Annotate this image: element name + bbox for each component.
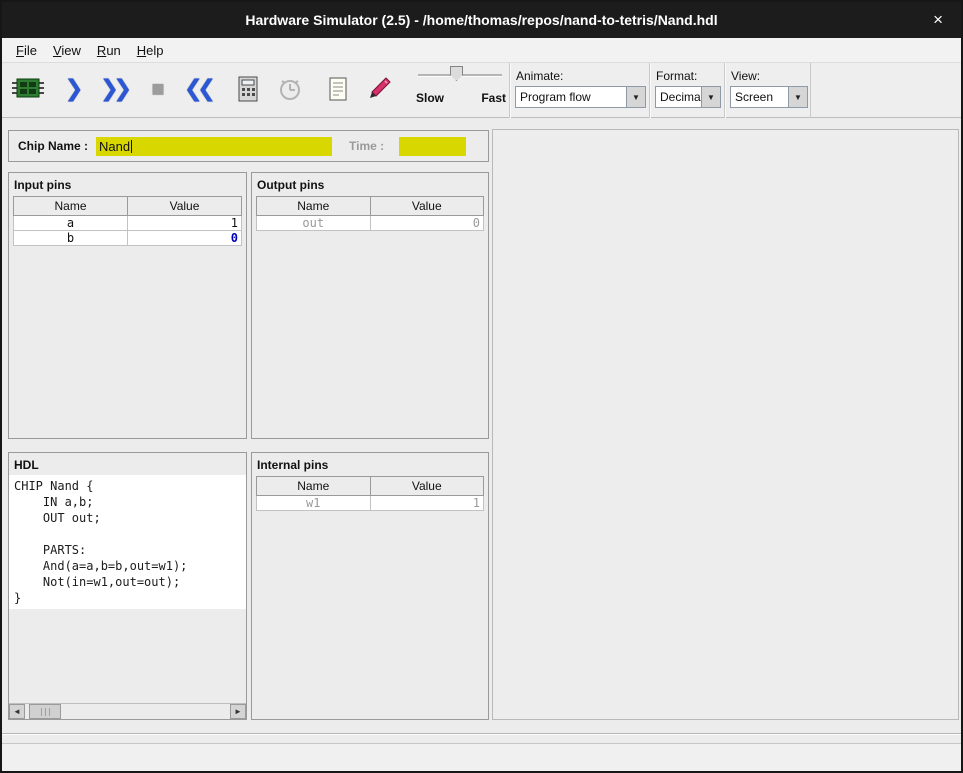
chevron-down-icon[interactable]: ▼	[701, 87, 720, 107]
animate-label: Animate:	[516, 69, 563, 83]
text-caret	[131, 140, 132, 153]
hardware-simulator-window: Hardware Simulator (2.5) - /home/thomas/…	[0, 0, 963, 773]
pin-name: out	[257, 216, 371, 231]
column-header-name: Name	[14, 197, 128, 216]
menu-file[interactable]: File	[8, 40, 45, 61]
menubar: File View Run Help	[2, 38, 961, 63]
chevron-down-icon[interactable]: ▼	[788, 87, 807, 107]
reset-button[interactable]: ❮❮	[180, 69, 220, 109]
view-selected-value: Screen	[731, 87, 788, 107]
format-select[interactable]: Decimal ▼	[655, 86, 721, 108]
time-label: Time :	[349, 139, 384, 153]
chip-name-input[interactable]: Nand	[96, 137, 332, 156]
toolbar: ❯ ❯❯ ■ ❮❮	[2, 63, 961, 118]
hdl-panel: HDL CHIP Nand { IN a,b; OUT out; PARTS: …	[8, 452, 247, 720]
menu-run-rest: un	[106, 43, 120, 58]
slider-slow-label: Slow	[416, 91, 444, 105]
load-chip-button[interactable]	[8, 69, 48, 109]
chip-name-label: Chip Name :	[18, 139, 88, 153]
bottom-divider	[2, 733, 961, 734]
chip-icon	[10, 75, 46, 103]
table-row: w1 1	[257, 496, 484, 511]
internal-pins-panel: Internal pins Name Value w1 1	[251, 452, 489, 720]
hdl-code-view: CHIP Nand { IN a,b; OUT out; PARTS: And(…	[9, 475, 246, 609]
chevron-down-icon[interactable]: ▼	[626, 87, 645, 107]
animate-select[interactable]: Program flow ▼	[515, 86, 646, 108]
scrollbar-track[interactable]	[61, 704, 230, 719]
reset-icon: ❮❮	[184, 78, 217, 101]
time-input[interactable]	[399, 137, 466, 156]
hdl-horizontal-scrollbar: ◄ ►	[9, 703, 246, 719]
output-pins-panel: Output pins Name Value out 0	[251, 172, 489, 439]
script-icon	[326, 75, 350, 103]
format-label: Format:	[656, 69, 697, 83]
breakpoints-button[interactable]	[360, 69, 400, 109]
run-button[interactable]: ❯❯	[96, 69, 136, 109]
menu-run[interactable]: Run	[89, 40, 129, 61]
table-row: out 0	[257, 216, 484, 231]
scroll-left-icon[interactable]: ◄	[9, 704, 25, 719]
pin-name: w1	[257, 496, 371, 511]
table-row: a 1	[14, 216, 242, 231]
pin-value: 1	[370, 496, 484, 511]
internal-pins-table: Name Value w1 1	[256, 476, 484, 511]
column-header-value: Value	[370, 477, 484, 496]
input-pins-title: Input pins	[9, 173, 246, 195]
menu-file-mnemonic: F	[16, 43, 24, 58]
screen-view-panel	[492, 129, 959, 720]
animate-selected-value: Program flow	[516, 87, 626, 107]
script-button[interactable]	[318, 69, 358, 109]
column-header-name: Name	[257, 197, 371, 216]
menu-help-mnemonic: H	[137, 43, 146, 58]
output-pins-table: Name Value out 0	[256, 196, 484, 231]
speed-slider-group: Slow Fast	[410, 63, 510, 118]
single-step-button[interactable]: ❯	[54, 69, 94, 109]
stop-button[interactable]: ■	[138, 69, 178, 109]
chip-name-value: Nand	[99, 139, 130, 154]
table-row: b 0	[14, 231, 242, 246]
input-pins-panel: Input pins Name Value a 1 b 0	[8, 172, 247, 439]
input-pins-table: Name Value a 1 b 0	[13, 196, 242, 246]
column-header-value: Value	[128, 197, 242, 216]
calculator-button[interactable]	[228, 69, 268, 109]
column-header-value: Value	[370, 197, 484, 216]
window-title: Hardware Simulator (2.5) - /home/thomas/…	[245, 12, 717, 28]
menu-view[interactable]: View	[45, 40, 89, 61]
calculator-icon	[236, 75, 260, 103]
speed-slider-thumb[interactable]	[450, 66, 463, 81]
format-group: Format: Decimal ▼	[649, 63, 724, 118]
clock-icon	[276, 75, 304, 103]
pin-value: 0	[370, 216, 484, 231]
hdl-title: HDL	[9, 453, 246, 475]
step-icon: ❯	[64, 78, 83, 101]
animate-group: Animate: Program flow ▼	[509, 63, 649, 118]
pin-value[interactable]: 1	[128, 216, 242, 231]
menu-help[interactable]: Help	[129, 40, 172, 61]
close-button[interactable]: ×	[929, 10, 947, 30]
run-icon: ❯❯	[100, 78, 133, 101]
internal-pins-title: Internal pins	[252, 453, 488, 475]
view-label: View:	[731, 69, 760, 83]
column-header-name: Name	[257, 477, 371, 496]
stop-icon: ■	[151, 78, 164, 100]
chip-name-bar: Chip Name : Nand Time :	[8, 130, 489, 162]
output-pins-title: Output pins	[252, 173, 488, 195]
view-select[interactable]: Screen ▼	[730, 86, 808, 108]
clock-button[interactable]	[270, 69, 310, 109]
slider-fast-label: Fast	[481, 91, 506, 105]
menu-help-rest: elp	[146, 43, 163, 58]
pin-name: a	[14, 216, 128, 231]
pin-value[interactable]: 0	[128, 231, 242, 246]
menu-run-mnemonic: R	[97, 43, 106, 58]
pin-name: b	[14, 231, 128, 246]
titlebar: Hardware Simulator (2.5) - /home/thomas/…	[2, 2, 961, 38]
format-selected-value: Decimal	[656, 87, 701, 107]
menu-file-rest: ile	[24, 43, 37, 58]
scroll-right-icon[interactable]: ►	[230, 704, 246, 719]
pen-icon	[367, 75, 393, 103]
menu-view-rest: iew	[61, 43, 81, 58]
scrollbar-thumb[interactable]	[29, 704, 61, 719]
view-group: View: Screen ▼	[724, 63, 811, 118]
status-bar	[2, 743, 961, 771]
